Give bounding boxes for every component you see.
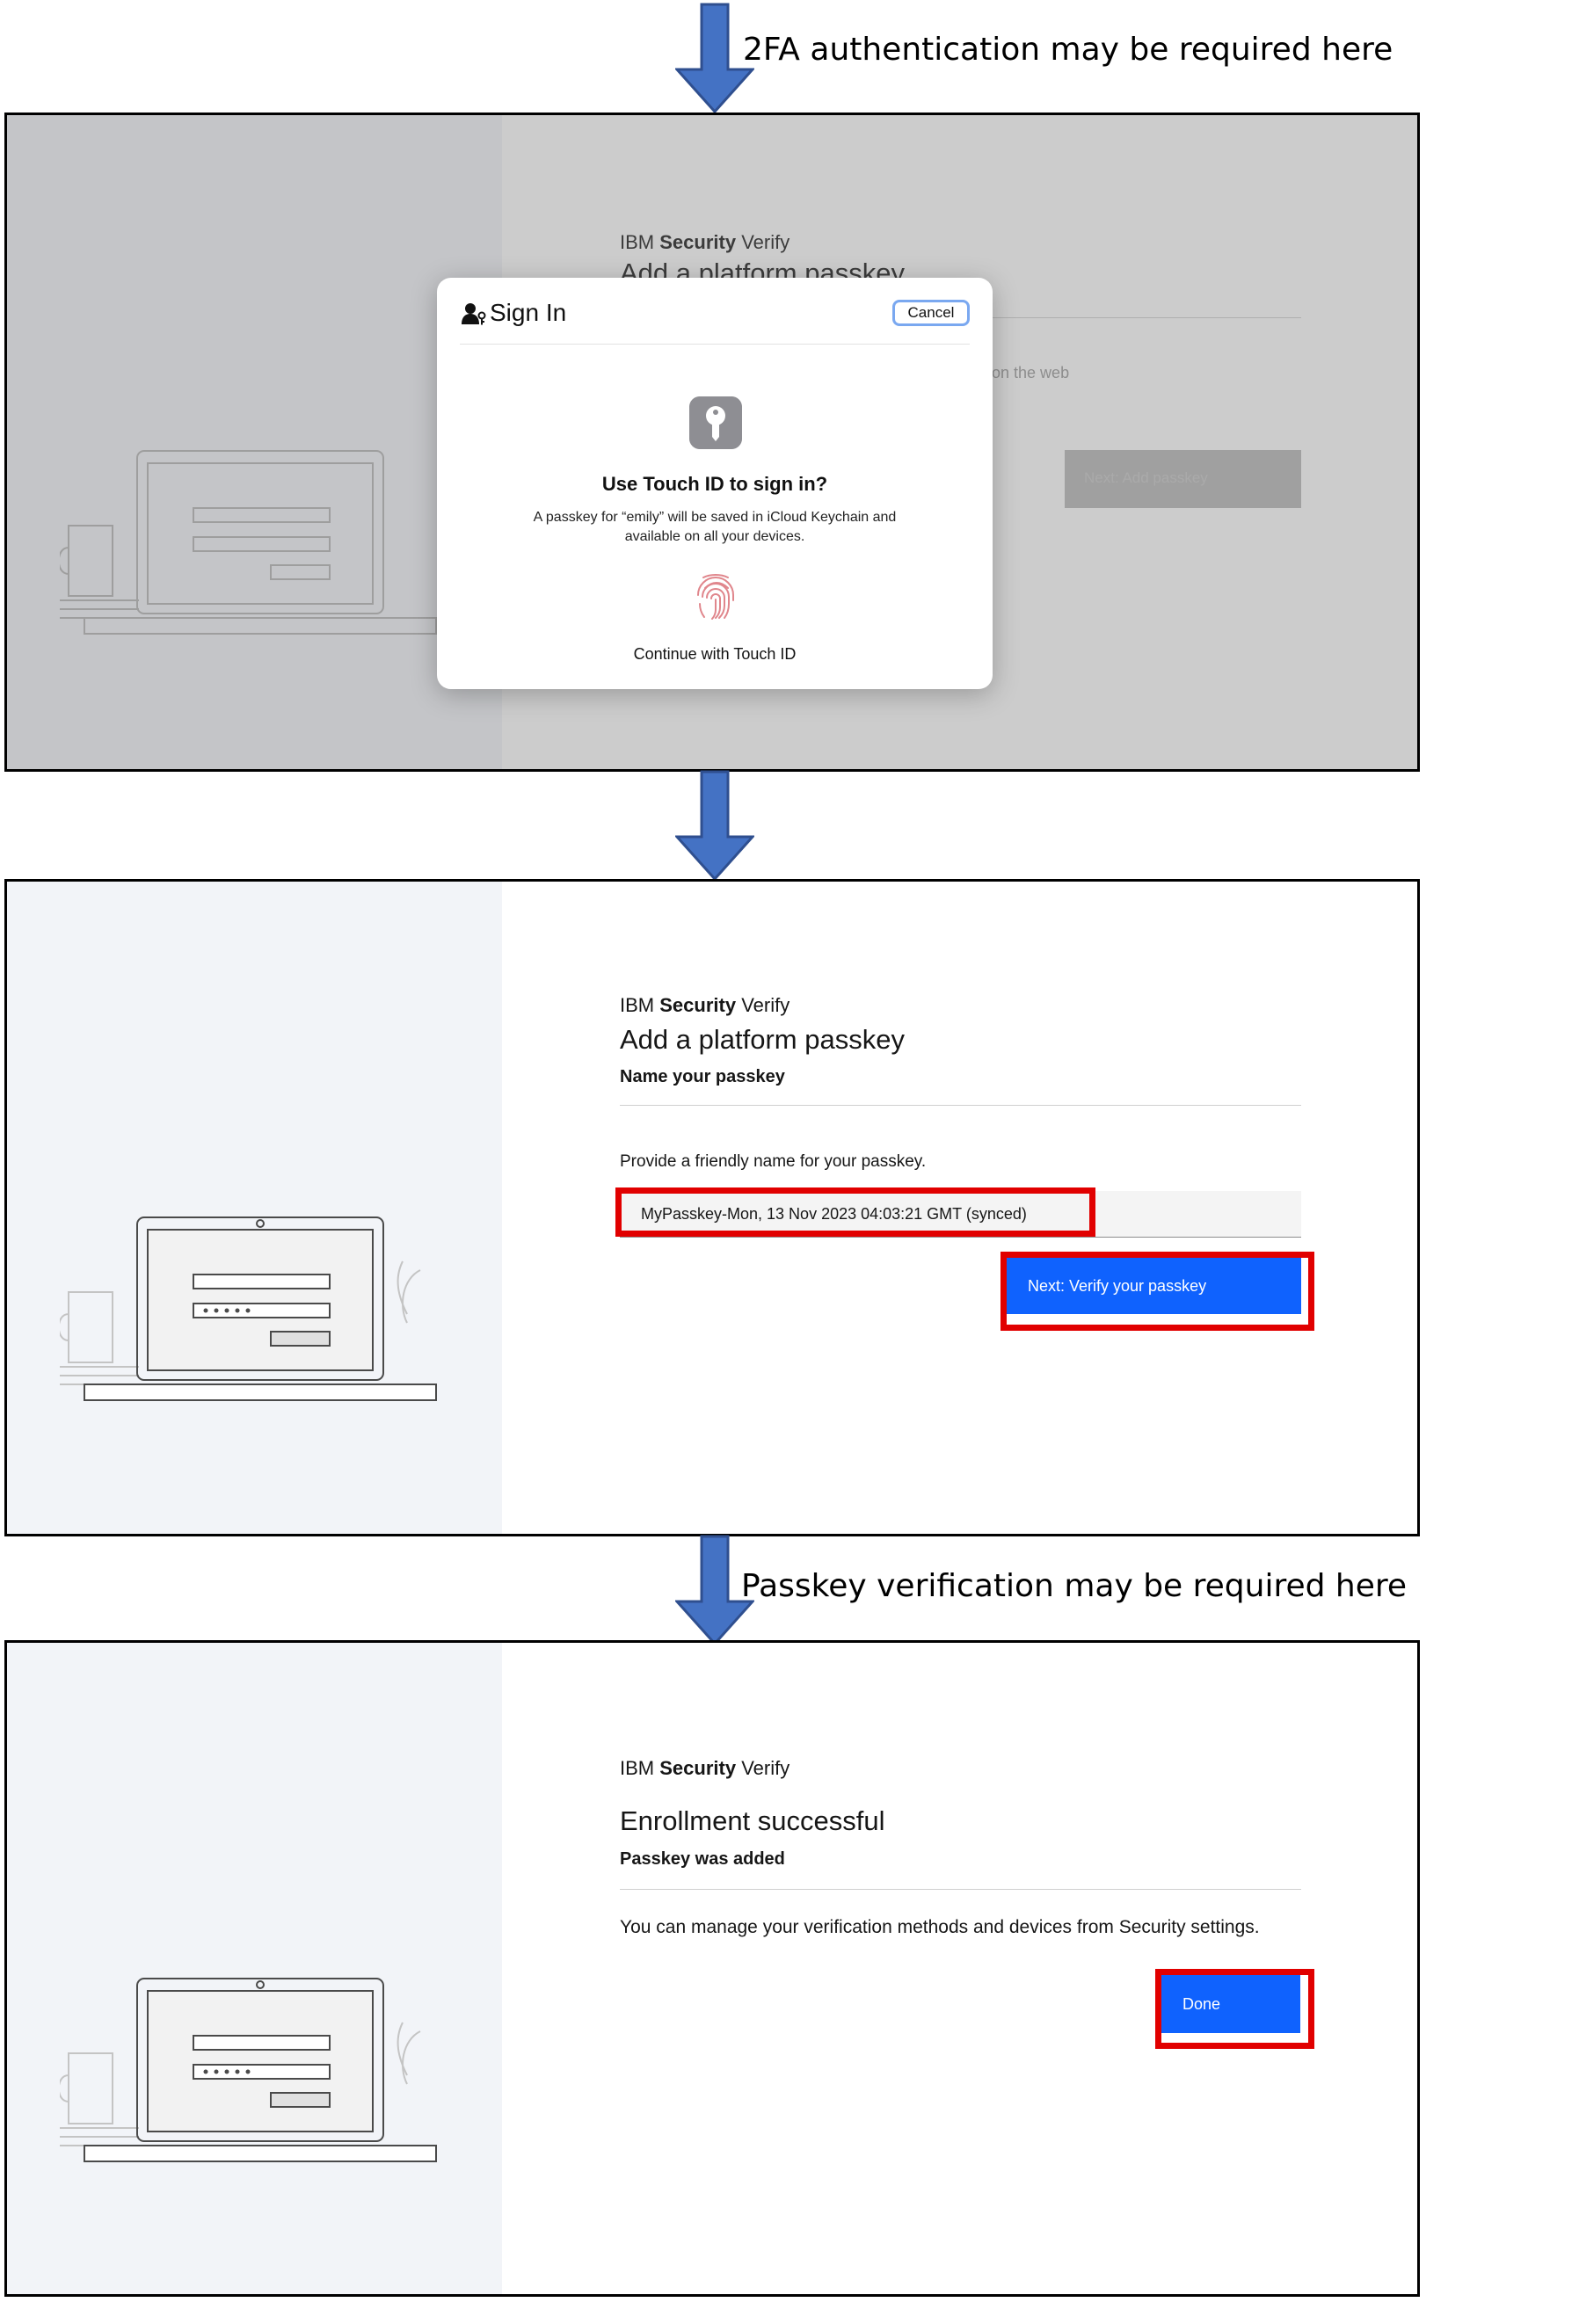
screen-enrollment-successful: IBM Security Verify Enrollment successfu…: [4, 1640, 1420, 2297]
success-message: You can manage your verification methods…: [620, 1917, 1260, 1937]
dialog-divider: [460, 344, 970, 345]
user-key-icon: [462, 303, 486, 325]
page-subtitle: Name your passkey: [620, 1067, 785, 1086]
highlight-passkey-name: [615, 1187, 1095, 1237]
sign-in-dialog: Sign In Cancel Use Touch ID to sign in? …: [437, 278, 993, 689]
page-subtitle: Passkey was added: [620, 1849, 785, 1869]
laptop-illustration: [60, 1216, 437, 1401]
instruction-text: Provide a friendly name for your passkey…: [620, 1152, 927, 1171]
fingerprint-icon[interactable]: [688, 570, 744, 627]
highlight-next-button: [1001, 1252, 1314, 1331]
touch-id-message: A passkey for “emily” will be saved in i…: [533, 510, 897, 544]
screen-name-passkey: IBM Security Verify Add a platform passk…: [4, 879, 1420, 1536]
screen-touch-id-prompt: IBM Security Verify Add a platform passk…: [4, 113, 1420, 772]
divider: [620, 1889, 1301, 1890]
continue-touch-id-button[interactable]: Continue with Touch ID: [437, 645, 993, 664]
divider: [620, 1105, 1301, 1106]
left-pane: [7, 1643, 502, 2294]
highlight-done-button: [1155, 1969, 1314, 2049]
brand-title: IBM Security Verify: [620, 994, 790, 1016]
page-title: Add a platform passkey: [620, 1024, 905, 1055]
key-icon: [689, 396, 742, 449]
brand-title: IBM Security Verify: [620, 1757, 790, 1779]
cancel-button[interactable]: Cancel: [892, 300, 970, 326]
touch-id-heading: Use Touch ID to sign in?: [601, 473, 828, 495]
laptop-illustration: [60, 1978, 437, 2162]
page-title: Enrollment successful: [620, 1805, 885, 1836]
annotation-2fa: 2FA authentication may be required here: [743, 32, 1393, 68]
down-arrow-icon: [675, 770, 754, 881]
annotation-passkey-verification: Passkey verification may be required her…: [741, 1568, 1408, 1604]
dialog-title: Sign In: [490, 299, 567, 326]
left-pane: [7, 882, 502, 1534]
